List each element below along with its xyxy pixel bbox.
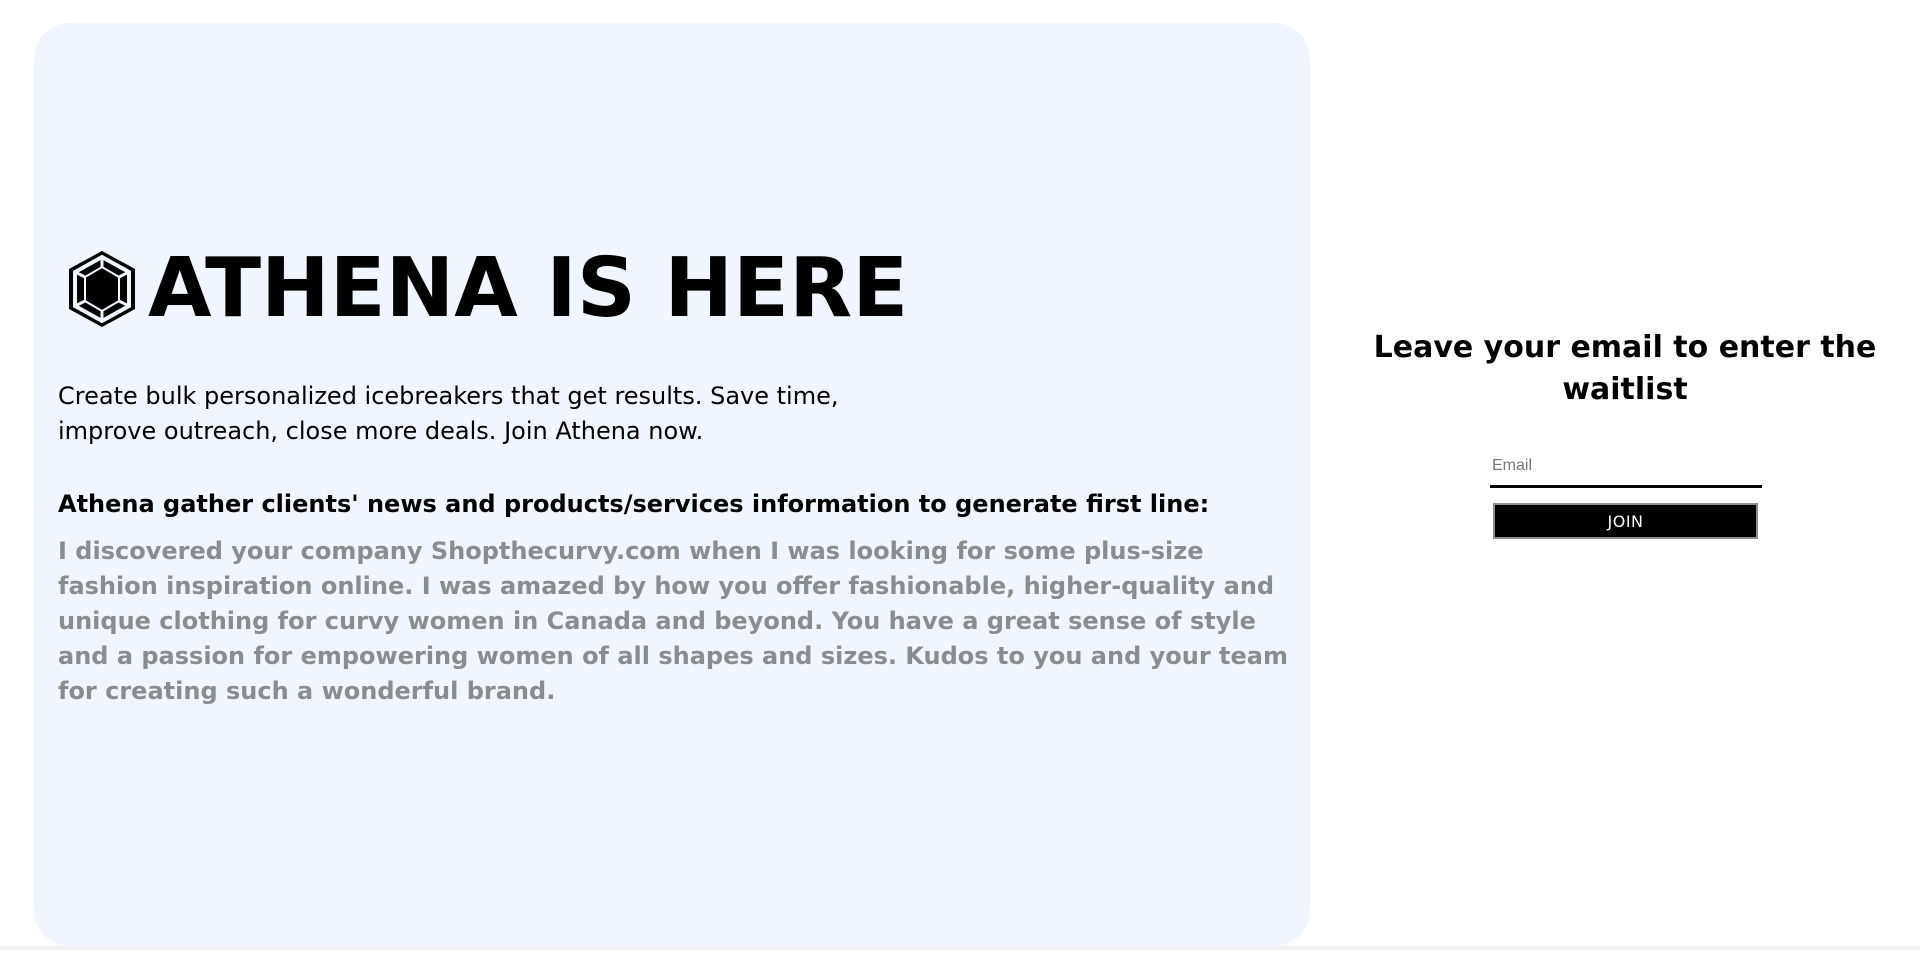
hero-panel bbox=[34, 23, 1310, 946]
hero-title: ATHENA IS HERE bbox=[66, 244, 908, 334]
hexagon-gem-icon bbox=[69, 251, 135, 327]
page: ATHENA IS HERE Create bulk personalized … bbox=[0, 0, 1920, 972]
waitlist-heading: Leave your email to enter the waitlist bbox=[1373, 330, 1877, 407]
intro-text: Create bulk personalized icebreakers tha… bbox=[58, 382, 839, 445]
email-input[interactable] bbox=[1490, 446, 1766, 485]
feature-heading: Athena gather clients' news and products… bbox=[58, 490, 1210, 518]
join-button[interactable]: JOIN bbox=[1493, 503, 1758, 539]
bottom-divider bbox=[0, 946, 1920, 950]
hero-title-text: ATHENA IS HERE bbox=[148, 241, 909, 336]
example-first-line: I discovered your company Shopthecurvy.c… bbox=[58, 537, 1288, 705]
email-field-wrapper bbox=[1490, 446, 1766, 488]
waitlist-section: Leave your email to enter the waitlist bbox=[1365, 327, 1885, 411]
